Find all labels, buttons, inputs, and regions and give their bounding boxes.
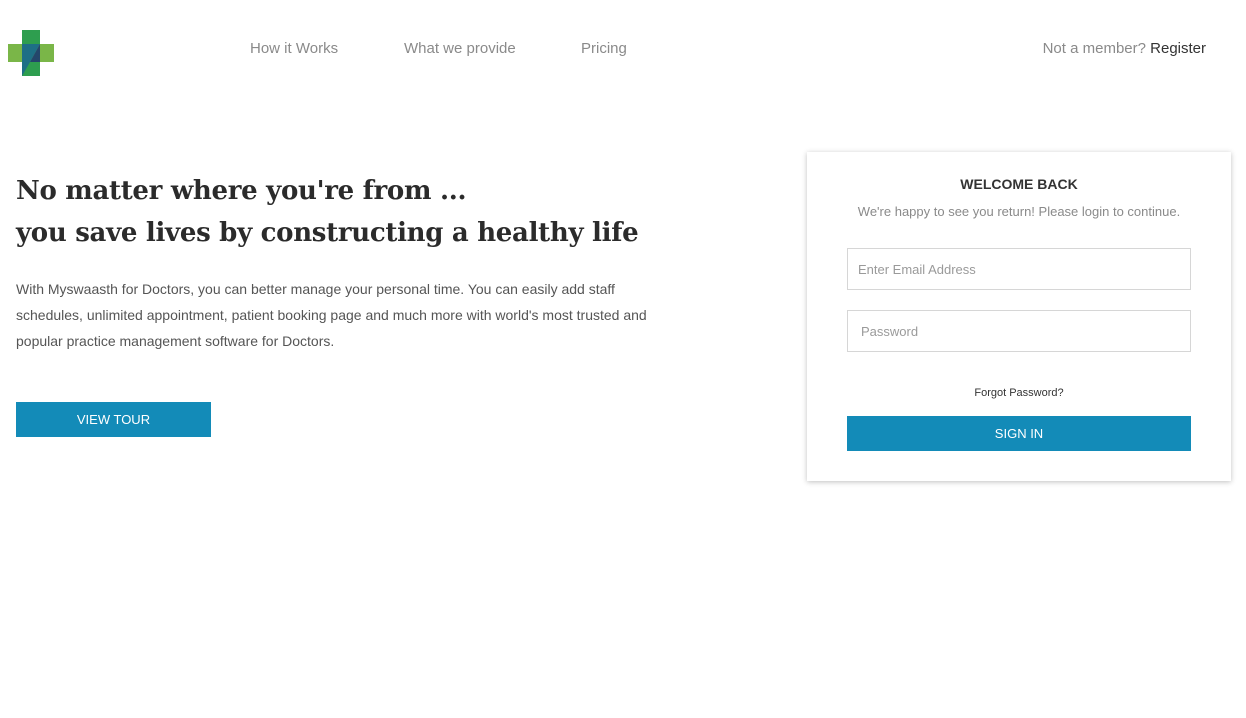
sign-in-button[interactable]: SIGN IN: [847, 416, 1191, 451]
view-tour-button[interactable]: VIEW TOUR: [16, 402, 211, 437]
hero-headline-line2: you save lives by constructing a healthy…: [16, 218, 639, 248]
medical-cross-logo-icon[interactable]: [8, 30, 54, 76]
member-prompt: Not a member? Register: [1043, 40, 1206, 58]
hero-description: With Myswaasth for Doctors, you can bett…: [16, 281, 647, 349]
member-prompt-text: Not a member?: [1042, 40, 1146, 57]
login-card: WELCOME BACK We're happy to see you retu…: [807, 152, 1231, 481]
login-subtitle: We're happy to see you return! Please lo…: [857, 204, 1181, 219]
hero-headline: No matter where you're from ... you save…: [16, 170, 639, 254]
nav-what-we-provide[interactable]: What we provide: [404, 40, 516, 58]
forgot-password-link[interactable]: Forgot Password?: [807, 387, 1231, 399]
hero-headline-line1: No matter where you're from ...: [16, 176, 467, 206]
register-link[interactable]: Register: [1150, 40, 1206, 57]
login-title: WELCOME BACK: [960, 176, 1078, 192]
nav-pricing[interactable]: Pricing: [581, 40, 627, 58]
password-field[interactable]: [847, 310, 1191, 352]
nav-how-it-works[interactable]: How it Works: [250, 40, 338, 58]
page: How it Works What we provide Pricing Not…: [0, 0, 1246, 718]
email-field[interactable]: [847, 248, 1191, 290]
